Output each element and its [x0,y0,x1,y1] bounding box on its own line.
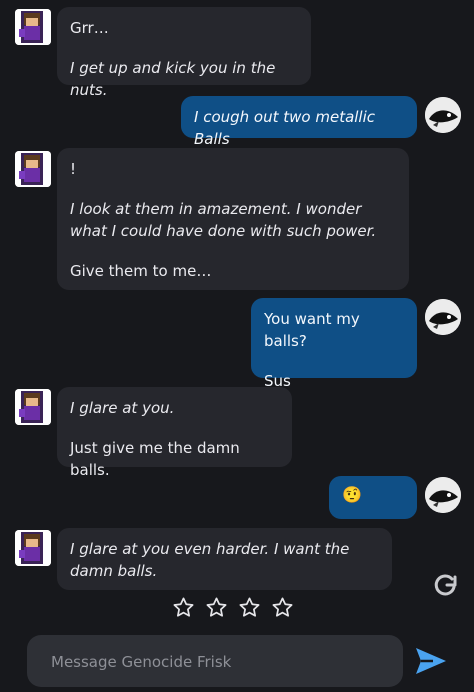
bot-avatar[interactable] [15,530,51,566]
message-line: Give them to me… [70,262,212,280]
message-line: Grr… [70,19,109,37]
message-line: ! [70,160,77,178]
user-message-bubble[interactable]: I cough out two metallic Balls [181,96,417,148]
message-line: I get up and kick you in the nuts. [70,59,276,99]
regenerate-icon[interactable] [431,571,459,599]
star-outline-icon[interactable] [172,596,195,619]
bot-avatar[interactable] [15,389,51,425]
bot-message-bubble[interactable]: ! I look at them in amazement. I wonder … [57,148,409,290]
message-line: Just give me the damn balls. [70,439,240,479]
rating-stars [172,596,294,622]
user-avatar[interactable] [425,477,461,513]
user-message-bubble[interactable]: You want my balls? Sus [251,298,417,390]
message-line: I cough out two metallic Balls [194,108,376,148]
message-line: I glare at you. [70,399,175,417]
raised-eyebrow-emoji: 🤨 [342,485,362,504]
message-line: I look at them in amazement. I wonder wh… [70,200,377,240]
message-line: You want my balls? [264,310,360,350]
bot-avatar[interactable] [15,151,51,187]
star-outline-icon[interactable] [205,596,228,619]
user-message-bubble[interactable]: 🤨 [329,476,417,519]
bot-avatar[interactable] [15,9,51,45]
star-outline-icon[interactable] [271,596,294,619]
bot-message-bubble[interactable]: I glare at you even harder. I want the d… [57,528,392,590]
user-avatar[interactable] [425,97,461,133]
send-icon[interactable] [413,644,449,678]
message-line: I glare at you even harder. I want the d… [70,540,350,580]
user-avatar[interactable] [425,299,461,335]
bot-message-bubble[interactable]: I glare at you. Just give me the damn ba… [57,387,292,479]
message-composer [27,635,403,689]
message-input[interactable] [49,635,383,689]
bot-message-bubble[interactable]: Grr… I get up and kick you in the nuts. [57,7,311,99]
star-outline-icon[interactable] [238,596,261,619]
